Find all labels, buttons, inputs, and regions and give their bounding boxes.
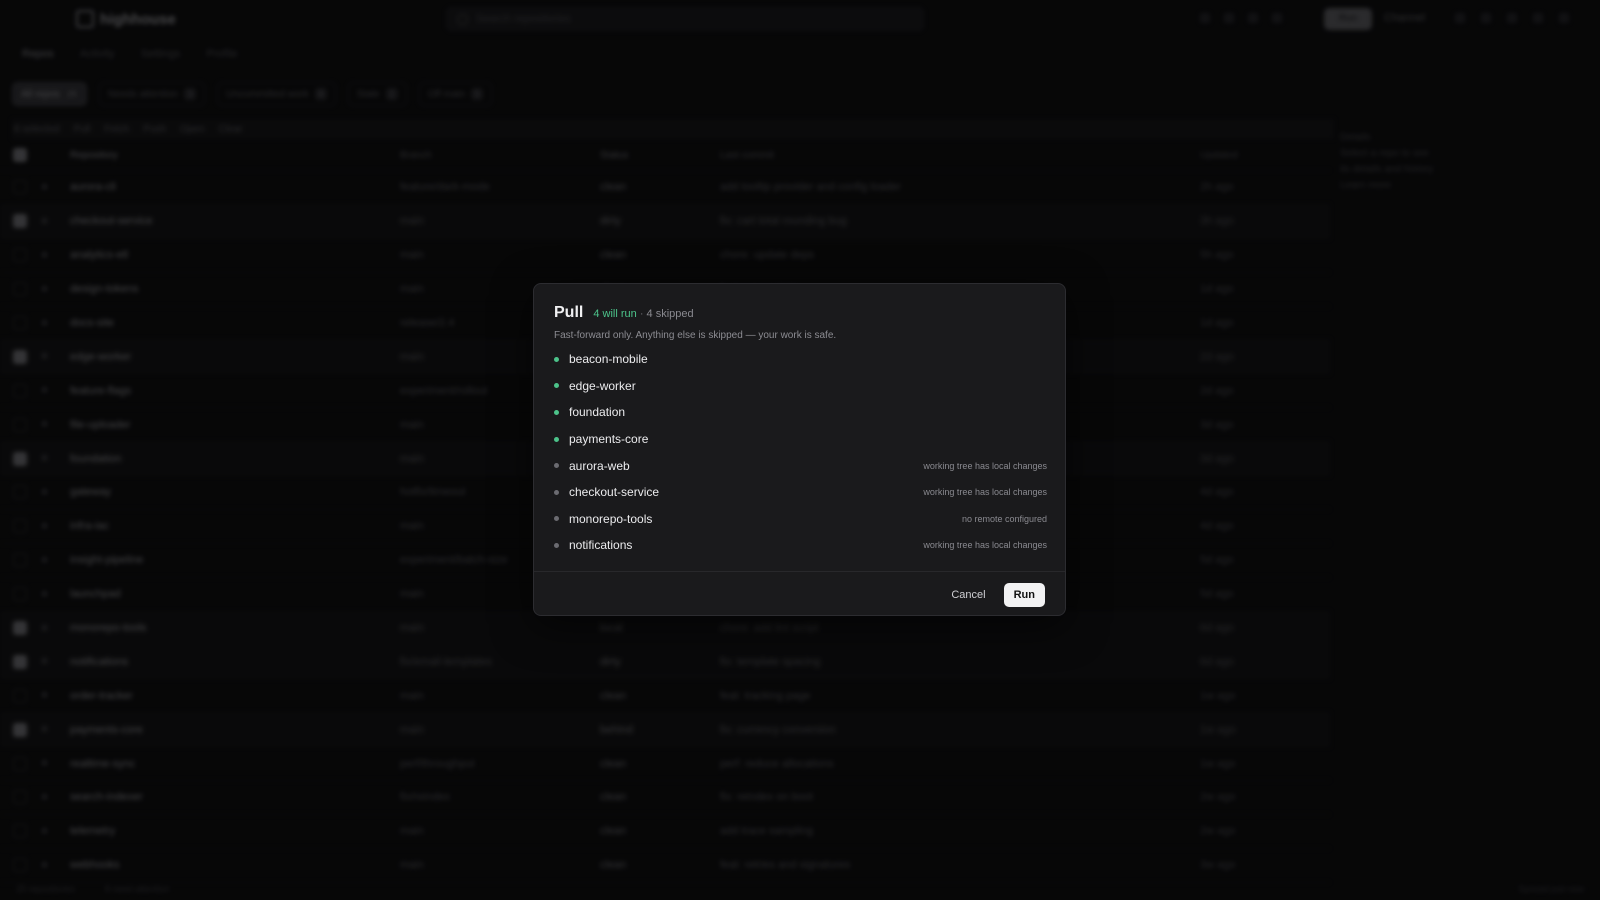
dialog-header: Pull 4 will run · 4 skipped	[554, 304, 694, 322]
repo-list-item: payments-core	[554, 426, 1047, 453]
dialog-counts: 4 will run · 4 skipped	[593, 308, 693, 320]
repo-list-item: aurora-web working tree has local changes	[554, 452, 1047, 479]
skipped-dot-icon	[554, 489, 559, 495]
skipped-dot-icon	[554, 463, 559, 469]
count-separator: ·	[639, 308, 644, 320]
repo-list-name: notifications	[569, 538, 633, 553]
repo-list-item: foundation	[554, 399, 1047, 426]
repo-list-name: monorepo-tools	[569, 511, 653, 526]
pull-dialog: Pull 4 will run · 4 skipped Fast-forward…	[533, 283, 1066, 616]
will-run-dot-icon	[554, 383, 559, 389]
dialog-title: Pull	[554, 304, 584, 321]
repo-list-item: beacon-mobile	[554, 346, 1047, 373]
dialog-footer: Cancel Run	[943, 583, 1045, 607]
skipped-dot-icon	[554, 542, 559, 548]
will-run-dot-icon	[554, 436, 559, 442]
repo-list-item: notifications working tree has local chan…	[554, 532, 1047, 559]
repo-list-item: checkout-service working tree has local c…	[554, 479, 1047, 506]
skip-reason: no remote configured	[961, 513, 1047, 524]
skip-reason: working tree has local changes	[923, 540, 1047, 551]
skipped-count: 4 skipped	[646, 308, 694, 320]
repo-list-name: edge-worker	[569, 378, 636, 393]
repo-list-name: aurora-web	[569, 458, 630, 473]
will-run-dot-icon	[554, 409, 559, 415]
repo-list-name: beacon-mobile	[569, 352, 648, 367]
skip-reason: working tree has local changes	[923, 487, 1047, 498]
skip-reason: working tree has local changes	[923, 460, 1047, 471]
will-run-count: 4 will run	[593, 308, 637, 320]
repo-list: beacon-mobile edge-worker foundation paymen…	[554, 346, 1047, 559]
will-run-dot-icon	[554, 356, 559, 362]
repo-list-name: foundation	[569, 405, 626, 420]
repo-list-name: checkout-service	[569, 485, 660, 500]
repo-list-item: edge-worker	[554, 373, 1047, 400]
dialog-divider	[534, 571, 1065, 572]
skipped-dot-icon	[554, 516, 559, 522]
cancel-button[interactable]: Cancel	[943, 584, 993, 606]
repo-list-item: monorepo-tools no remote configured	[554, 506, 1047, 533]
dialog-description: Fast-forward only. Anything else is skip…	[554, 330, 837, 341]
run-button[interactable]: Run	[1003, 583, 1045, 607]
repo-list-name: payments-core	[569, 432, 649, 447]
